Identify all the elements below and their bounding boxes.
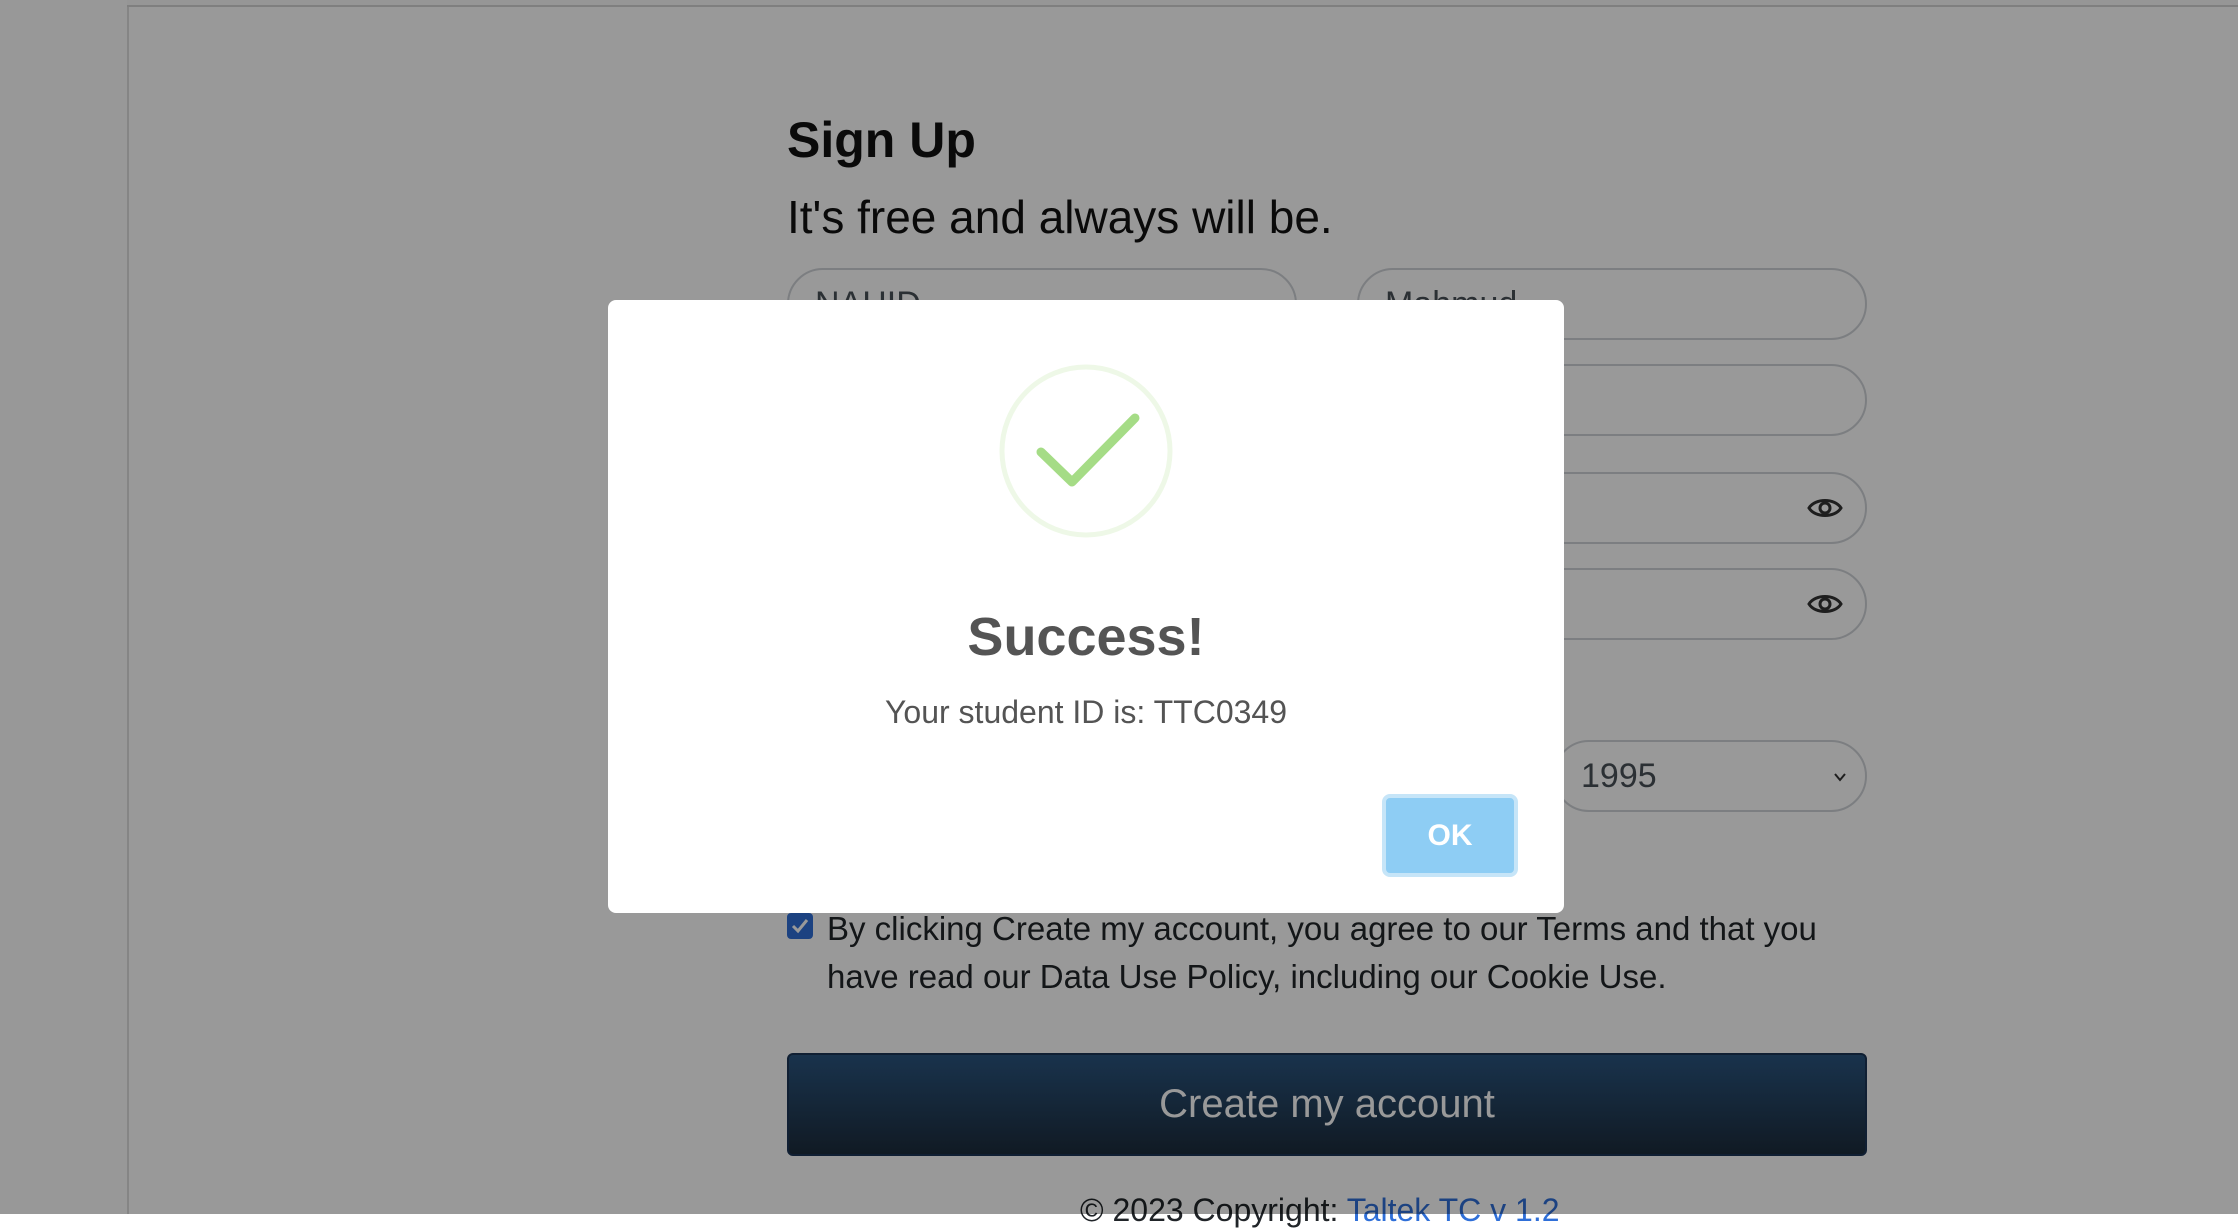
ok-button[interactable]: OK	[1382, 794, 1518, 877]
dialog-title: Success!	[967, 607, 1205, 667]
success-check-icon	[999, 364, 1173, 538]
dialog-message: Your student ID is: TTC0349	[885, 694, 1287, 730]
success-dialog: Success! Your student ID is: TTC0349 OK	[608, 300, 1564, 913]
